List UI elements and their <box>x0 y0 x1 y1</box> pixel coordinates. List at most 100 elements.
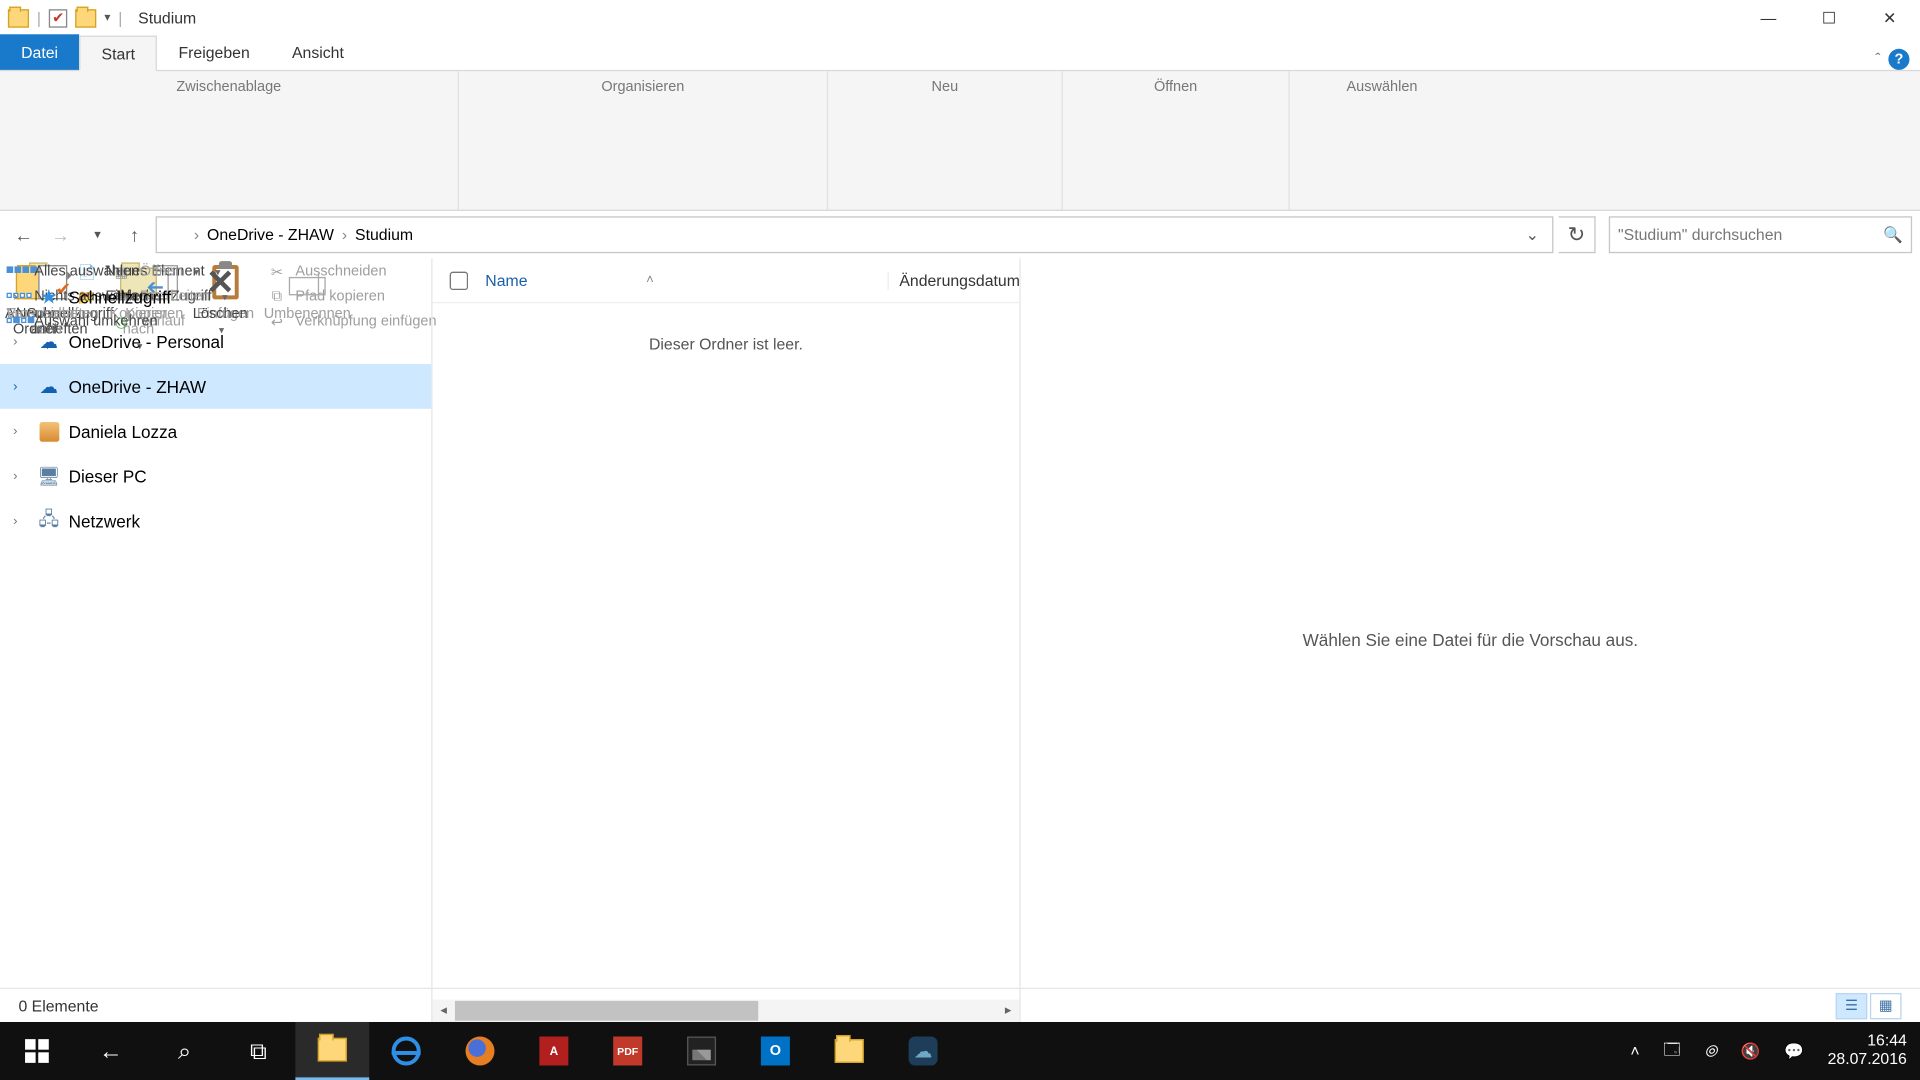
search-icon[interactable]: 🔍 <box>1883 225 1903 243</box>
tray-volume-icon[interactable]: 🔇 <box>1741 1042 1761 1060</box>
nav-recent-dropdown[interactable]: ▾ <box>82 219 114 251</box>
tree-item-this-pc[interactable]: › 🖥 Dieser PC <box>0 454 431 499</box>
tray-overflow-icon[interactable]: ˄ <box>1630 1042 1639 1060</box>
group-organize-label: Organisieren <box>467 76 819 97</box>
nav-back-button[interactable]: ← <box>8 219 40 251</box>
pc-icon: 🖥 <box>37 464 61 488</box>
refresh-button[interactable]: ↻ <box>1559 216 1596 253</box>
column-name[interactable]: Name ˄ <box>485 271 887 289</box>
nav-up-button[interactable]: ↑ <box>119 219 151 251</box>
breadcrumb-sep: › <box>191 225 202 243</box>
tray-time: 16:44 <box>1828 1033 1907 1051</box>
select-all-checkbox[interactable] <box>450 271 468 289</box>
tab-view[interactable]: Ansicht <box>271 34 365 70</box>
ribbon: An Schnellzugriff anheften Kopieren Einf… <box>0 71 1920 211</box>
quick-access-toolbar: | ✔ ▾ | <box>0 9 130 27</box>
address-bar[interactable]: › OneDrive - ZHAW › Studium ⌄ <box>156 216 1554 253</box>
cloud-icon: ☁ <box>37 330 61 354</box>
help-icon[interactable]: ? <box>1888 49 1909 70</box>
taskbar-photos[interactable] <box>665 1022 739 1080</box>
breadcrumb-item[interactable]: Studium <box>350 225 419 243</box>
view-details-button[interactable]: ☰ <box>1836 992 1868 1018</box>
taskbar-pdf-editor[interactable]: PDF <box>591 1022 665 1080</box>
tree-label: Schnellzugriff <box>69 287 172 307</box>
chevron-right-icon[interactable]: › <box>13 514 29 529</box>
taskbar-outlook[interactable]: O <box>738 1022 812 1080</box>
taskbar-cloud-app[interactable]: ☁ <box>886 1022 960 1080</box>
group-select-label: Auswählen <box>1298 76 1467 97</box>
qat-dropdown-icon[interactable]: ▾ <box>104 11 110 26</box>
chevron-right-icon[interactable]: › <box>13 334 29 349</box>
taskbar-explorer[interactable] <box>295 1022 369 1080</box>
view-large-icons-button[interactable]: ▦ <box>1870 992 1902 1018</box>
title-bar: | ✔ ▾ | Studium — ☐ ✕ <box>0 0 1920 36</box>
search-button[interactable]: ⌕ <box>148 1022 222 1080</box>
user-icon <box>37 419 61 443</box>
tray-battery-icon[interactable]: 🗔 <box>1663 1037 1680 1065</box>
tree-label: OneDrive - ZHAW <box>69 376 206 396</box>
taskbar-onedrive-folder[interactable] <box>812 1022 886 1080</box>
tray-wifi-icon[interactable]: ⦾ <box>1704 1041 1717 1061</box>
taskbar: ← ⌕ ⧉ A PDF O ☁ ˄ 🗔 ⦾ 🔇 💬 16:44 28.07.20… <box>0 1022 1920 1080</box>
qat-properties-icon[interactable]: ✔ <box>49 9 67 27</box>
tab-file[interactable]: Datei <box>0 34 79 70</box>
tab-share[interactable]: Freigeben <box>157 34 270 70</box>
tree-label: Netzwerk <box>69 511 140 531</box>
tab-start[interactable]: Start <box>79 36 157 72</box>
column-date[interactable]: Änderungsdatum <box>887 271 1019 289</box>
group-open-label: Öffnen <box>1071 76 1281 97</box>
taskbar-adobe-reader[interactable]: A <box>517 1022 591 1080</box>
address-folder-icon <box>162 226 183 243</box>
search-placeholder: "Studium" durchsuchen <box>1618 225 1782 243</box>
close-button[interactable]: ✕ <box>1859 0 1920 36</box>
taskview-button[interactable]: ⧉ <box>222 1022 296 1080</box>
status-item-count: 0 Elemente <box>18 996 98 1014</box>
sort-indicator-icon: ˄ <box>646 273 654 288</box>
qat-newfolder-icon[interactable] <box>75 9 96 27</box>
qat-separator: | <box>37 9 41 27</box>
preview-pane: Wählen Sie eine Datei für die Vorschau a… <box>1021 258 1920 1022</box>
tree-item-network[interactable]: › 🖧 Netzwerk <box>0 498 431 543</box>
group-new-label: Neu <box>836 76 1054 97</box>
chevron-right-icon[interactable]: › <box>13 469 29 484</box>
address-bar-row: ← → ▾ ↑ › OneDrive - ZHAW › Studium ⌄ ↻ … <box>0 211 1920 258</box>
search-box[interactable]: "Studium" durchsuchen 🔍 <box>1609 216 1912 253</box>
tray-action-center-icon[interactable]: 💬 <box>1784 1042 1804 1060</box>
status-bar: 0 Elemente ☰ ▦ <box>0 988 1920 1022</box>
empty-folder-message: Dieser Ordner ist leer. <box>433 335 1020 353</box>
cloud-icon: ☁ <box>37 375 61 399</box>
nav-forward-button[interactable]: → <box>45 219 77 251</box>
taskbar-firefox[interactable] <box>443 1022 517 1080</box>
breadcrumb-item[interactable]: OneDrive - ZHAW <box>202 225 339 243</box>
tree-item-onedrive-personal[interactable]: › ☁ OneDrive - Personal <box>0 319 431 364</box>
column-headers: Name ˄ Änderungsdatum <box>433 258 1020 303</box>
chevron-right-icon[interactable]: › <box>13 379 29 394</box>
qat-separator: | <box>118 9 122 27</box>
maximize-button[interactable]: ☐ <box>1799 0 1860 36</box>
tree-item-onedrive-zhaw[interactable]: › ☁ OneDrive - ZHAW <box>0 364 431 409</box>
tree-item-user[interactable]: › Daniela Lozza <box>0 409 431 454</box>
preview-hint: Wählen Sie eine Datei für die Vorschau a… <box>1303 630 1638 650</box>
tree-label: Dieser PC <box>69 466 147 486</box>
tree-item-quickaccess[interactable]: › ★ Schnellzugriff <box>0 274 431 319</box>
system-tray: ˄ 🗔 ⦾ 🔇 💬 16:44 28.07.2016 <box>1630 1033 1920 1069</box>
start-button[interactable] <box>0 1022 74 1080</box>
ribbon-collapse-icon[interactable]: ˆ <box>1875 50 1880 68</box>
taskbar-ie[interactable] <box>369 1022 443 1080</box>
network-icon: 🖧 <box>37 509 61 533</box>
taskview-back-button[interactable]: ← <box>74 1022 148 1080</box>
tree-label: Daniela Lozza <box>69 421 178 441</box>
folder-icon <box>8 9 29 27</box>
star-icon: ★ <box>37 285 61 309</box>
chevron-right-icon[interactable]: › <box>13 424 29 439</box>
chevron-right-icon[interactable]: › <box>13 289 29 304</box>
navigation-tree: › ★ Schnellzugriff › ☁ OneDrive - Person… <box>0 258 433 1022</box>
file-list: Name ˄ Änderungsdatum Dieser Ordner ist … <box>433 258 1021 1022</box>
tray-clock[interactable]: 16:44 28.07.2016 <box>1828 1033 1907 1069</box>
window-title: Studium <box>138 9 196 27</box>
address-dropdown-icon[interactable]: ⌄ <box>1518 225 1547 243</box>
minimize-button[interactable]: — <box>1738 0 1799 36</box>
tree-label: OneDrive - Personal <box>69 332 224 352</box>
tray-date: 28.07.2016 <box>1828 1051 1907 1069</box>
group-clipboard-label: Zwischenablage <box>8 76 450 97</box>
